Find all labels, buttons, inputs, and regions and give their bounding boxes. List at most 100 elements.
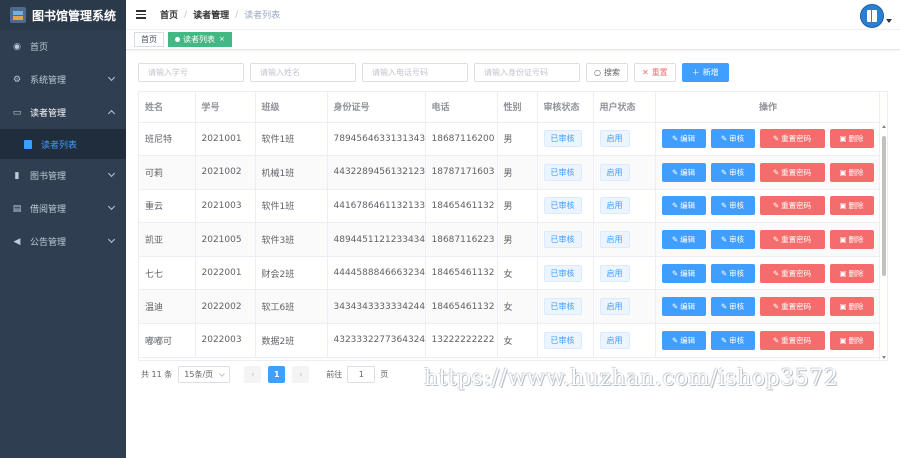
table-row[interactable]: 可莉2021002机械1班443228945613212313187871716… [139,155,882,190]
table-row[interactable]: 嘟嘟可2022003数据2班43233322773643244113222222… [139,323,882,358]
phone-input[interactable] [362,63,468,82]
table-row[interactable]: 班尼特2021001软件1班78945646331313434318687116… [139,122,882,157]
cell-name: 嘟嘟可 [139,323,196,358]
edit-button[interactable]: ✎ 编辑 [661,297,706,317]
reset-button[interactable]: ✕ 重置 [633,63,676,82]
dashboard-icon: ◉ [13,41,21,52]
search-bar: ○ 搜索 ✕ 重置 ＋ 新增 [138,63,735,82]
delete-button[interactable]: ▣ 删除 [829,196,874,216]
audit-button[interactable]: ✎ 审核 [710,230,755,250]
search-button[interactable]: ○ 搜索 [586,63,628,82]
edit-button[interactable]: ✎ 编辑 [661,330,706,350]
close-icon[interactable]: × [219,33,225,46]
tag-home[interactable]: 首页 [134,32,164,47]
edit-button[interactable]: ✎ 编辑 [661,263,706,283]
prev-page-button[interactable]: ‹ [244,366,262,383]
cell-student-no: 2021005 [195,222,256,257]
audit-button[interactable]: ✎ 审核 [710,330,755,350]
trash-icon: ▣ [839,167,847,177]
audit-button[interactable]: ✎ 审核 [710,263,755,283]
id-card-input[interactable] [474,63,580,82]
page-size-value: 15条/页 [184,370,214,379]
edit-button[interactable]: ✎ 编辑 [661,129,706,149]
scroll-down-icon[interactable] [882,356,886,359]
edit-button[interactable]: ✎ 编辑 [661,196,706,216]
cell-class: 软件1班 [255,122,328,157]
cell-audit-status: 已审核 [537,155,594,190]
page-size-select[interactable]: 15条/页 [178,366,231,383]
table-scrollbar[interactable] [879,92,887,360]
delete-button[interactable]: ▣ 删除 [829,297,874,317]
edit-button[interactable]: ✎ 编辑 [661,162,706,182]
reset-password-button[interactable]: ✎ 重置密码 [759,196,825,216]
edit-button[interactable]: ✎ 编辑 [661,230,706,250]
cell-gender: 男 [497,222,538,257]
book-icon [867,10,877,22]
tag-reader-list[interactable]: 读者列表 × [168,32,232,47]
user-status-tag: 启用 [599,331,630,349]
student-no-input[interactable] [138,63,244,82]
reset-password-button[interactable]: ✎ 重置密码 [759,129,825,149]
audit-button[interactable]: ✎ 审核 [710,129,755,149]
cell-phone: 18787171603 [425,155,498,190]
avatar[interactable] [860,4,884,28]
delete-button[interactable]: ▣ 删除 [829,230,874,250]
audit-button[interactable]: ✎ 审核 [710,162,755,182]
chevron-down-icon [107,202,116,211]
table-row[interactable]: 凯亚2021005软件3班489445112123343424186871162… [139,222,882,257]
breadcrumb-readers[interactable]: 读者管理 [193,8,229,21]
caret-down-icon[interactable] [886,19,892,23]
hamburger-menu-icon[interactable] [136,10,146,19]
cell-audit-status: 已审核 [537,323,594,358]
scroll-up-icon[interactable] [882,125,886,128]
page-number[interactable]: 1 [268,366,286,383]
edit-label: 编辑 [680,302,696,312]
chevron-up-icon [107,109,116,118]
edit-icon: ✎ [772,335,780,345]
audit-button[interactable]: ✎ 审核 [710,297,755,317]
breadcrumb-home[interactable]: 首页 [160,8,178,21]
reset-password-label: 重置密码 [781,268,812,278]
scrollbar-thumb[interactable] [882,136,886,276]
sidebar-item-system[interactable]: ⚙ 系统管理 [0,63,126,96]
delete-button[interactable]: ▣ 删除 [829,129,874,149]
cell-phone: 13222222222 [425,323,498,358]
add-button[interactable]: ＋ 新增 [681,63,729,82]
reset-password-button[interactable]: ✎ 重置密码 [759,263,825,283]
sidebar-item-reader-list[interactable]: 读者列表 [0,129,126,159]
cell-audit-status: 已审核 [537,122,594,157]
cell-operations: ✎ 编辑 ✎ 审核 ✎ 重置密码 ▣ 删除 [655,256,882,291]
delete-label: 删除 [848,335,864,345]
cell-name: 温迪 [139,289,196,325]
goto-page-input[interactable] [347,366,376,383]
cell-id-card: 443228945613212313 [327,155,426,190]
table-row[interactable]: 温迪2022002软工6班343434333333424445184654611… [139,289,882,325]
sidebar-item-books[interactable]: ▮ 图书管理 [0,159,126,192]
name-input[interactable] [250,63,356,82]
sidebar-item-borrow[interactable]: ▤ 借阅管理 [0,192,126,225]
audit-button[interactable]: ✎ 审核 [710,196,755,216]
sidebar-item-readers[interactable]: ▭ 读者管理 [0,96,126,129]
cell-id-card: 343434333333424445 [327,289,426,325]
edit-icon: ✎ [772,235,780,245]
edit-icon: ✎ [772,268,780,278]
delete-button[interactable]: ▣ 删除 [829,263,874,283]
table-row[interactable]: 重云2021003软件1班441678646113213331184654611… [139,189,882,224]
cell-name: 班尼特 [139,122,196,157]
sidebar-item-notice[interactable]: ◀ 公告管理 [0,225,126,258]
delete-button[interactable]: ▣ 删除 [829,330,874,350]
sidebar-menu: ◉ 首页 ⚙ 系统管理 ▭ 读者管理 读者列表 ▮ 图书管理 ▤ 借阅管理 ◀ [0,30,126,258]
reset-password-button[interactable]: ✎ 重置密码 [759,297,825,317]
app-logo[interactable]: 图书馆管理系统 [0,0,126,30]
sidebar-item-label: 读者管理 [30,109,67,119]
delete-button[interactable]: ▣ 删除 [829,162,874,182]
reset-password-button[interactable]: ✎ 重置密码 [759,330,825,350]
reset-password-button[interactable]: ✎ 重置密码 [759,162,825,182]
plus-icon: ＋ [691,68,700,77]
reset-password-button[interactable]: ✎ 重置密码 [759,230,825,250]
edit-icon: ✎ [671,302,679,312]
next-page-button[interactable]: › [292,366,310,383]
cell-phone: 18687116223 [425,222,498,257]
sidebar-item-home[interactable]: ◉ 首页 [0,30,126,63]
table-row[interactable]: 七七2022001财会2班444458884666323451184654611… [139,256,882,291]
